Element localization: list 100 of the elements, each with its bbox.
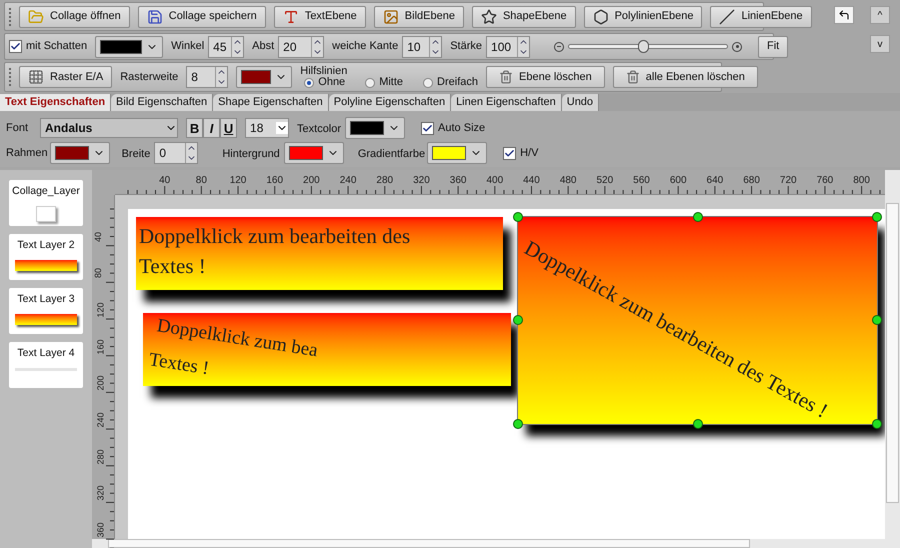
canvas-text: Doppelklick zum bearbeiten des Textes ! xyxy=(139,223,412,280)
toolbar-button[interactable]: PolylinienEbene xyxy=(584,6,702,28)
tab[interactable]: Text Eigenschaften xyxy=(0,94,112,111)
toolbar-button[interactable]: Ebene löschen xyxy=(486,66,605,88)
ruler-label: 120 xyxy=(230,174,246,188)
ruler-label: 240 xyxy=(340,174,356,188)
checkbox[interactable] xyxy=(9,40,22,53)
layer-card[interactable]: Text Layer 2 xyxy=(9,234,83,280)
ruler-label: 400 xyxy=(486,174,504,188)
layer-thumbnail xyxy=(15,260,77,271)
toolbar-button[interactable]: ShapeEbene xyxy=(472,6,576,28)
ruler-label: 680 xyxy=(743,174,760,188)
toolbar-button[interactable]: LinienEbene xyxy=(710,6,812,28)
color-picker[interactable] xyxy=(236,66,292,88)
color-picker[interactable] xyxy=(284,142,344,164)
checkbox-label: mit Schatten xyxy=(26,39,88,54)
field-label: Hintergrund xyxy=(222,148,280,160)
toolbar-button[interactable]: BildEbene xyxy=(374,6,464,28)
color-picker[interactable] xyxy=(50,142,110,164)
ruler-label: 360 xyxy=(450,174,466,188)
radio-button[interactable] xyxy=(304,78,314,88)
layer-thumbnail xyxy=(15,314,77,325)
tab[interactable]: Polyline Eigenschaften xyxy=(328,94,452,111)
scrollbar-thumb[interactable] xyxy=(108,539,750,548)
field-label: Winkel xyxy=(171,39,204,54)
ruler-label: 560 xyxy=(633,174,650,188)
layer-card[interactable]: Text Layer 4 xyxy=(9,342,83,388)
star-icon xyxy=(480,8,497,24)
scrollbar-thumb[interactable] xyxy=(886,203,899,503)
tab[interactable]: Shape Eigenschaften xyxy=(213,94,329,111)
tab[interactable]: Undo xyxy=(562,94,600,111)
trash-icon xyxy=(499,70,513,84)
ruler-label: 320 xyxy=(96,486,106,501)
radio-label: Dreifach xyxy=(437,77,478,88)
color-picker[interactable] xyxy=(95,36,164,58)
field-label: Textcolor xyxy=(297,123,342,135)
font-dropdown[interactable]: Andalus xyxy=(40,118,178,138)
hexagon-icon xyxy=(592,8,609,24)
ruler-label: 320 xyxy=(413,174,430,188)
color-picker[interactable] xyxy=(427,142,488,164)
number-field[interactable]: 45 xyxy=(208,36,244,58)
toolbar-button[interactable]: alle Ebenen löschen xyxy=(612,66,758,88)
ruler-label: 520 xyxy=(596,174,614,188)
ruler-label: 280 xyxy=(376,174,394,188)
zoom-in-icon[interactable] xyxy=(732,42,742,52)
ruler-label: 720 xyxy=(780,174,797,188)
toolbar-button[interactable]: TextEbene xyxy=(274,6,366,28)
toolbar-button[interactable]: Collage öffnen xyxy=(19,6,130,28)
layer-name: Text Layer 2 xyxy=(17,238,75,253)
grid-icon xyxy=(28,69,44,85)
format-button[interactable]: B xyxy=(186,118,204,138)
horizontal-scrollbar[interactable] xyxy=(92,539,900,548)
checkbox[interactable] xyxy=(503,146,516,160)
undo-button[interactable] xyxy=(834,6,854,24)
ruler-label: 160 xyxy=(96,339,106,354)
layer-thumbnail xyxy=(36,206,56,222)
toolbar-button[interactable]: Collage speichern xyxy=(138,6,266,28)
trash-icon xyxy=(626,70,640,84)
ruler-label: 440 xyxy=(523,174,540,188)
number-field[interactable]: 10 xyxy=(402,36,442,58)
line-icon xyxy=(719,8,736,24)
ruler-corner xyxy=(885,170,900,195)
layer-name: Collage_Layer xyxy=(12,184,80,199)
field-label: Stärke xyxy=(450,39,482,54)
format-button[interactable]: I xyxy=(203,118,220,138)
radio-button[interactable] xyxy=(365,78,376,88)
checkbox-label: H/V xyxy=(520,146,538,161)
number-field[interactable]: 0 xyxy=(154,142,198,164)
ruler-label: 760 xyxy=(816,174,834,188)
ruler-label: 200 xyxy=(303,174,320,188)
field-label: Rasterweite xyxy=(120,70,178,85)
slider-thumb[interactable] xyxy=(638,40,650,53)
number-field[interactable]: 100 xyxy=(486,36,530,58)
ruler-label: 280 xyxy=(96,449,106,464)
color-picker[interactable] xyxy=(345,117,406,139)
layer-name: Text Layer 3 xyxy=(17,292,75,307)
folder-icon xyxy=(28,8,44,24)
tab[interactable]: Bild Eigenschaften xyxy=(111,94,214,111)
text-icon xyxy=(282,8,299,24)
checkbox[interactable] xyxy=(421,122,434,134)
ruler-label: 160 xyxy=(266,174,284,188)
ruler-label: 120 xyxy=(96,302,106,318)
scroll-up-button[interactable]: ^ xyxy=(870,6,890,24)
scroll-down-button[interactable]: v xyxy=(870,35,890,53)
tab[interactable]: Linen Eigenschaften xyxy=(451,94,562,111)
size-dropdown[interactable]: 18 xyxy=(245,118,290,138)
number-field[interactable]: 8 xyxy=(186,66,228,88)
undo-icon xyxy=(838,9,850,21)
zoom-out-icon[interactable] xyxy=(554,42,564,52)
save-icon xyxy=(146,8,163,24)
ruler-label: 80 xyxy=(196,174,207,188)
ruler-label: 80 xyxy=(93,268,103,278)
radio-button[interactable] xyxy=(423,78,434,88)
layer-card[interactable]: Text Layer 3 xyxy=(9,288,83,334)
layer-card[interactable]: Collage_Layer xyxy=(9,180,83,226)
number-field[interactable]: 20 xyxy=(278,36,324,58)
toolbar-button[interactable]: Raster E/A xyxy=(19,66,112,88)
format-button[interactable]: U xyxy=(220,118,238,138)
ruler-label: 200 xyxy=(96,376,106,391)
fit-button[interactable]: Fit xyxy=(758,36,788,58)
